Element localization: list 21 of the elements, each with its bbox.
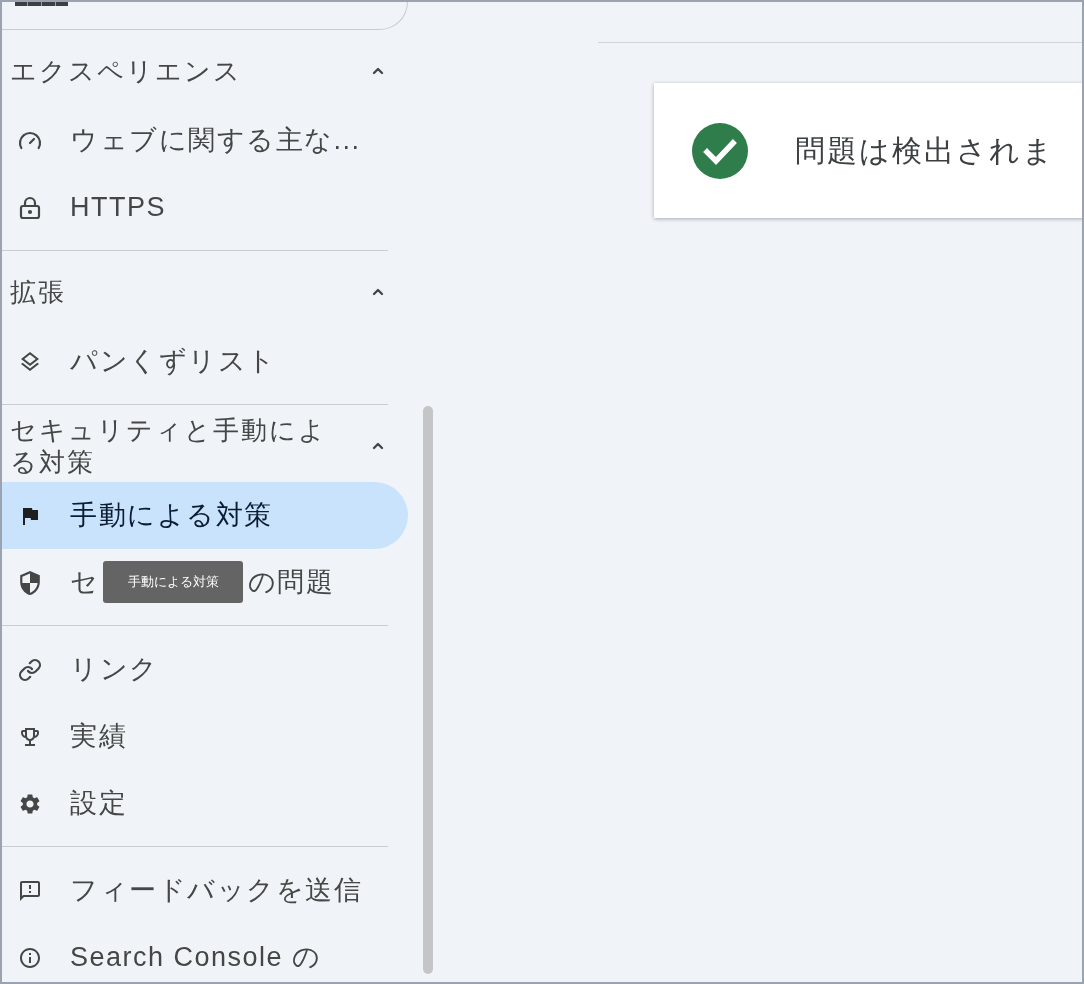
lock-icon bbox=[18, 195, 42, 220]
nav-item[interactable]: リンク bbox=[2, 636, 408, 703]
settings-icon bbox=[18, 791, 42, 816]
nav-item[interactable]: フィードバックを送信 bbox=[2, 857, 408, 924]
nav-item[interactable]: パンくずリスト bbox=[2, 328, 408, 395]
nav-item[interactable]: ウェブに関する主な... bbox=[2, 107, 408, 174]
section-header[interactable]: セキュリティと手動による対策 bbox=[2, 405, 390, 482]
status-message: 問題は検出されま bbox=[795, 133, 1055, 169]
nav-item[interactable]: 手動による対策 bbox=[2, 482, 408, 549]
nav-item[interactable]: HTTPS bbox=[2, 174, 408, 241]
section-header[interactable]: エクスペリエンス bbox=[2, 30, 390, 107]
nav-item[interactable]: 設定 bbox=[2, 770, 408, 837]
link-icon bbox=[18, 657, 42, 682]
shield-icon bbox=[18, 570, 42, 595]
info-icon bbox=[18, 945, 42, 970]
scrollbar-thumb[interactable] bbox=[423, 406, 433, 974]
tooltip: 手動による対策 bbox=[103, 561, 243, 603]
nav-item[interactable]: Search Console の bbox=[2, 924, 408, 982]
section-header[interactable]: 拡張 bbox=[2, 251, 390, 328]
feedback-icon bbox=[18, 878, 42, 903]
nav-item[interactable]: 実績 bbox=[2, 703, 408, 770]
